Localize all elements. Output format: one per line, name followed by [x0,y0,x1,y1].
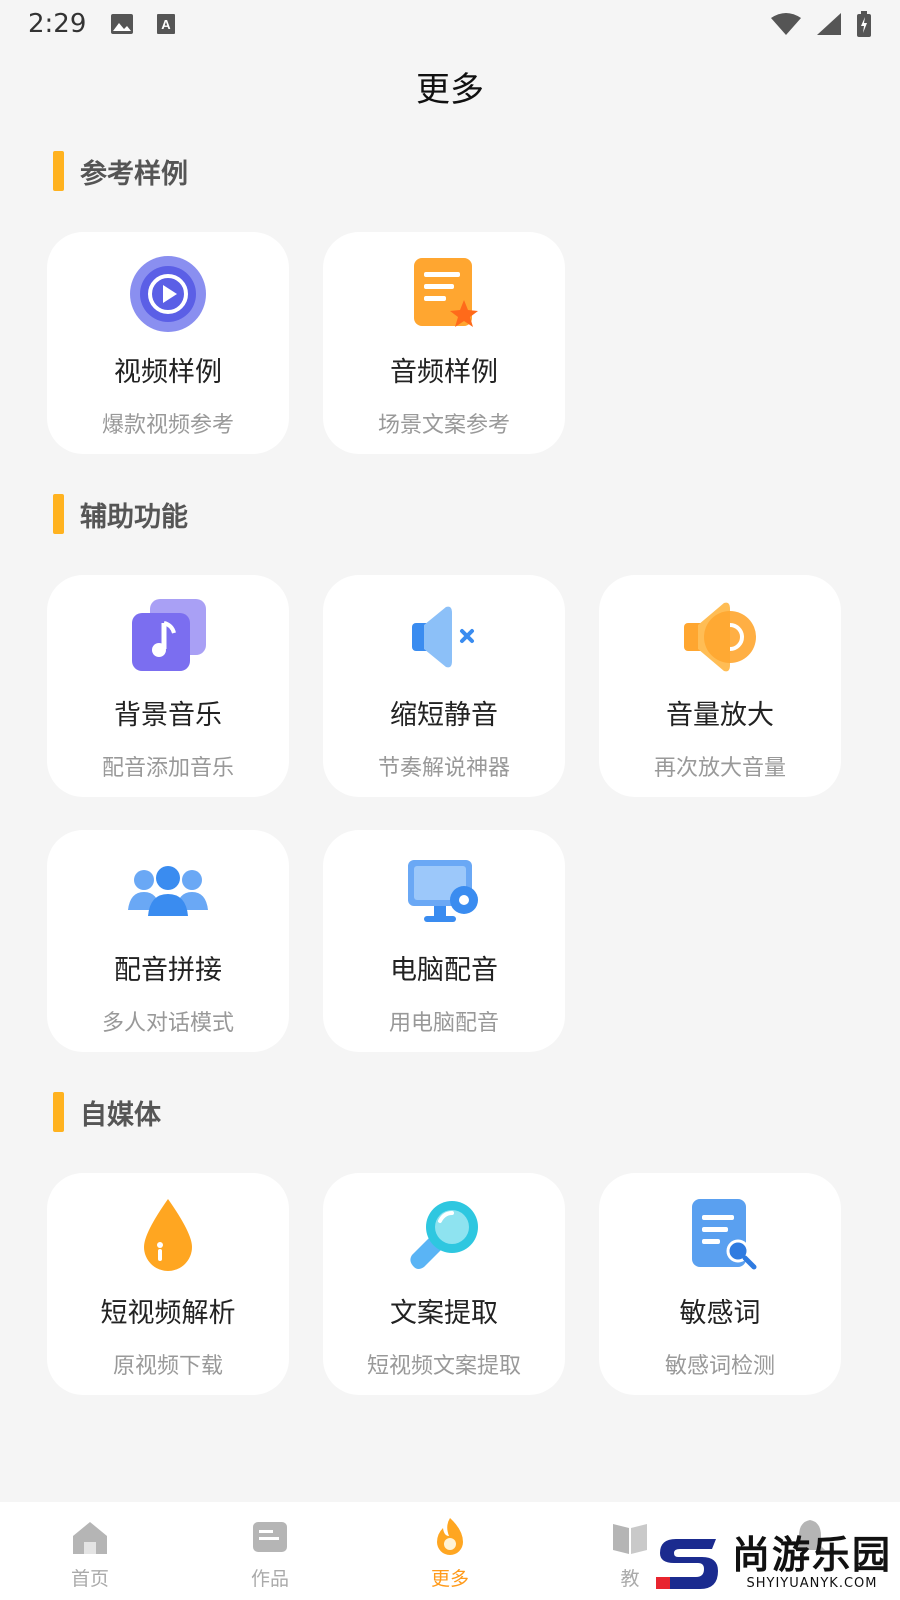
card-shorten-silence[interactable]: 缩短静音 节奏解说神器 [323,575,565,797]
card-subtitle: 节奏解说神器 [377,756,510,781]
tab-label: 更多 [430,1568,469,1590]
computer-gear-icon [408,860,478,922]
works-icon [253,1522,287,1552]
card-audio-sample[interactable]: 音频样例 场景文案参考 [323,232,565,454]
play-circle-icon [130,256,206,332]
status-bar: 2:29 A [0,0,900,48]
magnifier-icon [410,1201,478,1269]
wifi-icon [771,13,801,35]
card-text-extract[interactable]: 文案提取 短视频文案提取 [323,1173,565,1395]
card-video-sample[interactable]: 视频样例 爆款视频参考 [47,232,289,454]
watermark-logo: 尚游乐园 SHYIYUANYK.COM [654,1528,892,1598]
group-people-icon [128,866,208,916]
card-subtitle: 短视频文案提取 [366,1354,521,1379]
section-title: 辅助功能 [80,501,188,533]
tab-home[interactable]: 首页 [0,1502,180,1600]
card-background-music[interactable]: 背景音乐 配音添加音乐 [47,575,289,797]
battery-icon [857,11,871,37]
card-subtitle: 再次放大音量 [653,756,786,781]
music-note-icon [132,599,206,671]
card-dubbing-merge[interactable]: 配音拼接 多人对话模式 [47,830,289,1052]
card-subtitle: 敏感词检测 [664,1354,775,1379]
card-subtitle: 场景文案参考 [377,413,510,438]
s-logo-icon [655,1539,718,1589]
a-icon: A [157,14,176,34]
image-icon [111,14,134,34]
card-sensitive-words[interactable]: 敏感词 敏感词检测 [599,1173,841,1395]
watermark-url: SHYIYUANYK.COM [746,1576,878,1592]
watermark-text: 尚游乐园 [731,1532,892,1577]
speaker-mute-icon [412,606,474,668]
tab-works[interactable]: 作品 [180,1502,360,1600]
card-title: 背景音乐 [114,700,222,731]
card-title: 文案提取 [390,1298,498,1329]
document-star-icon [414,258,478,327]
card-title: 音量放大 [666,700,774,731]
card-title: 视频样例 [114,357,222,388]
tab-more[interactable]: 更多 [360,1502,540,1600]
section-header-assist: 辅助功能 [53,494,188,534]
page-title: 更多 [416,70,484,110]
card-title: 短视频解析 [100,1298,236,1329]
flame-icon [437,1518,463,1555]
section-header-media: 自媒体 [53,1092,161,1132]
signal-icon [817,13,841,35]
card-subtitle: 原视频下载 [112,1354,223,1379]
tutorial-icon [613,1524,647,1554]
card-volume-boost[interactable]: 音量放大 再次放大音量 [599,575,841,797]
section-title: 参考样例 [80,158,188,190]
status-time: 2:29 [28,9,87,39]
document-search-icon [692,1199,757,1270]
card-video-parse[interactable]: 短视频解析 原视频下载 [47,1173,289,1395]
section-accent-bar [53,151,64,191]
speaker-loud-icon [684,602,756,672]
home-icon [73,1522,107,1554]
card-title: 敏感词 [679,1298,761,1329]
section-accent-bar [53,1092,64,1132]
section-title: 自媒体 [80,1099,161,1131]
card-subtitle: 多人对话模式 [101,1011,234,1036]
card-computer-dubbing[interactable]: 电脑配音 用电脑配音 [323,830,565,1052]
card-subtitle: 爆款视频参考 [101,413,234,438]
tab-label: 首页 [70,1568,109,1590]
card-subtitle: 用电脑配音 [388,1011,499,1036]
section-header-reference: 参考样例 [53,151,188,191]
card-title: 缩短静音 [390,700,498,731]
water-drop-icon [144,1199,192,1271]
card-title: 音频样例 [390,357,498,388]
section-accent-bar [53,494,64,534]
card-subtitle: 配音添加音乐 [101,756,234,781]
card-title: 电脑配音 [390,955,498,986]
tab-label: 作品 [250,1568,289,1590]
svg-text:A: A [162,17,172,32]
tab-label: 教 [620,1568,640,1590]
card-title: 配音拼接 [114,955,222,986]
